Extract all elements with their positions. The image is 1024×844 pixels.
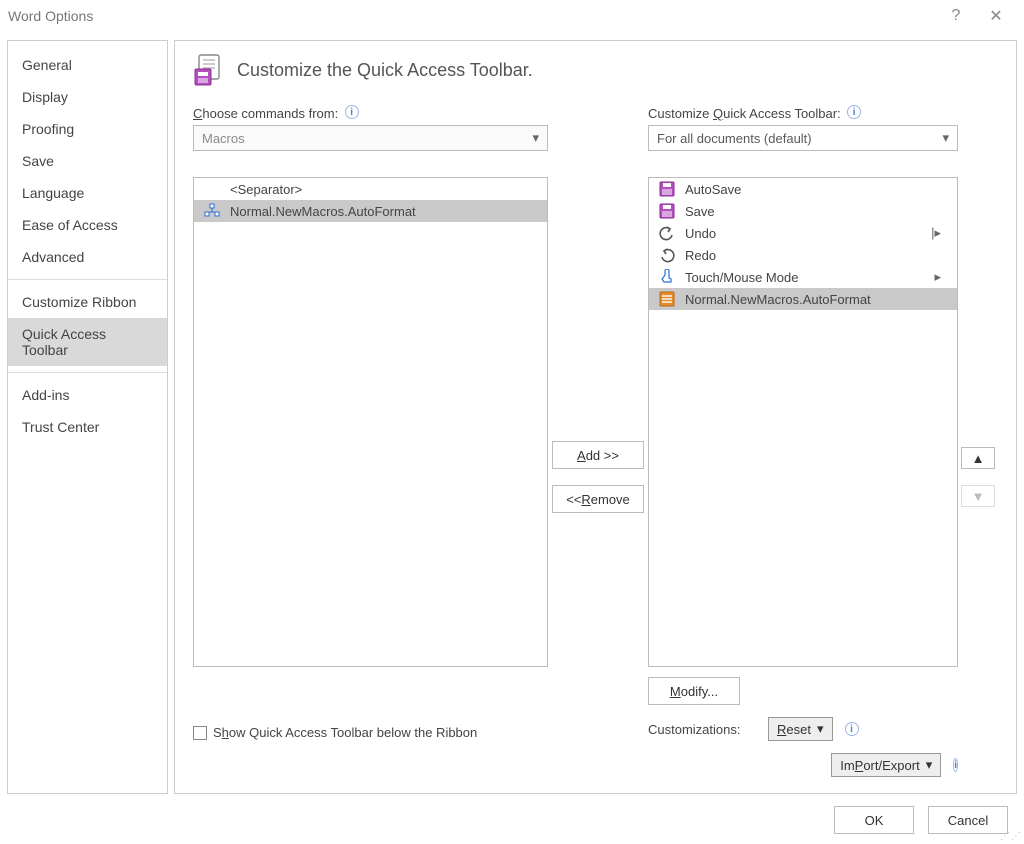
- qat-icon: [193, 53, 227, 87]
- customize-qat-label: Customize Quick Access Toolbar:: [648, 106, 841, 121]
- chevron-down-icon: ▾: [817, 721, 824, 737]
- modify-button[interactable]: Modify...: [648, 677, 740, 705]
- window-title: Word Options: [8, 8, 93, 24]
- choose-commands-combo[interactable]: Macros ▾: [193, 125, 548, 151]
- current-qat-list[interactable]: AutoSave Save Undo |▸: [648, 177, 958, 667]
- list-item-undo[interactable]: Undo |▸: [649, 222, 957, 244]
- sidebar-item-ease-of-access[interactable]: Ease of Access: [8, 209, 167, 241]
- close-button[interactable]: ✕: [976, 6, 1016, 26]
- chevron-down-icon: ▾: [942, 130, 949, 146]
- blank-icon: [204, 181, 220, 197]
- sidebar-item-proofing[interactable]: Proofing: [8, 113, 167, 145]
- checkbox-icon: [193, 726, 207, 740]
- main-panel: Customize the Quick Access Toolbar. Choo…: [174, 40, 1017, 794]
- touch-icon: [659, 269, 675, 285]
- list-item-touch-mouse-mode[interactable]: Touch/Mouse Mode ▸: [649, 266, 957, 288]
- dialog-footer: OK Cancel: [834, 806, 1008, 834]
- show-below-ribbon-checkbox[interactable]: Show Quick Access Toolbar below the Ribb…: [193, 725, 548, 740]
- list-item-macro[interactable]: Normal.NewMacros.AutoFormat: [649, 288, 957, 310]
- choose-commands-value: Macros: [202, 131, 245, 146]
- triangle-up-icon: ▲: [972, 451, 985, 466]
- reset-dropdown[interactable]: Reset ▾: [768, 717, 833, 741]
- redo-icon: [659, 247, 675, 263]
- info-icon[interactable]: i: [847, 105, 861, 119]
- ok-button[interactable]: OK: [834, 806, 914, 834]
- submenu-indicator-icon: ▸: [934, 269, 947, 285]
- remove-button[interactable]: << Remove: [552, 485, 644, 513]
- move-up-button[interactable]: ▲: [961, 447, 995, 469]
- save-icon: [659, 203, 675, 219]
- list-item-macro[interactable]: Normal.NewMacros.AutoFormat: [194, 200, 547, 222]
- import-export-dropdown[interactable]: ImPort/Export ▾: [831, 753, 941, 777]
- list-item-redo[interactable]: Redo: [649, 244, 957, 266]
- macro-icon: [659, 291, 675, 307]
- undo-icon: [659, 225, 675, 241]
- sidebar-item-language[interactable]: Language: [8, 177, 167, 209]
- sidebar-item-save[interactable]: Save: [8, 145, 167, 177]
- available-commands-list[interactable]: <Separator> Normal.NewMacros.AutoFormat: [193, 177, 548, 667]
- sidebar-item-display[interactable]: Display: [8, 81, 167, 113]
- sidebar-item-trust-center[interactable]: Trust Center: [8, 411, 167, 443]
- category-sidebar: General Display Proofing Save Language E…: [7, 40, 168, 794]
- split-indicator-icon: |▸: [931, 225, 947, 241]
- customize-qat-value: For all documents (default): [657, 131, 812, 146]
- move-down-button[interactable]: ▼: [961, 485, 995, 507]
- help-button[interactable]: ?: [936, 7, 976, 25]
- save-icon: [659, 181, 675, 197]
- customize-qat-combo[interactable]: For all documents (default) ▾: [648, 125, 958, 151]
- sidebar-item-general[interactable]: General: [8, 49, 167, 81]
- list-item-save[interactable]: Save: [649, 200, 957, 222]
- triangle-down-icon: ▼: [972, 489, 985, 504]
- sidebar-separator: [8, 279, 167, 280]
- choose-commands-label: Choose commands from:: [193, 106, 338, 121]
- cancel-button[interactable]: Cancel: [928, 806, 1008, 834]
- title-bar: Word Options ? ✕: [0, 0, 1024, 32]
- sidebar-item-quick-access-toolbar[interactable]: Quick Access Toolbar: [8, 318, 167, 366]
- chevron-down-icon: ▾: [926, 757, 933, 773]
- list-item-separator[interactable]: <Separator>: [194, 178, 547, 200]
- word-options-dialog: Word Options ? ✕ General Display Proofin…: [0, 0, 1024, 844]
- page-heading: Customize the Quick Access Toolbar.: [237, 60, 533, 81]
- macro-tree-icon: [204, 203, 220, 219]
- add-button[interactable]: Add >>: [552, 441, 644, 469]
- chevron-down-icon: ▾: [532, 130, 539, 146]
- sidebar-item-advanced[interactable]: Advanced: [8, 241, 167, 273]
- sidebar-item-add-ins[interactable]: Add-ins: [8, 379, 167, 411]
- info-icon[interactable]: i: [845, 722, 859, 736]
- sidebar-item-customize-ribbon[interactable]: Customize Ribbon: [8, 286, 167, 318]
- sidebar-separator: [8, 372, 167, 373]
- list-item-autosave[interactable]: AutoSave: [649, 178, 957, 200]
- info-icon[interactable]: i: [345, 105, 359, 119]
- customizations-label: Customizations:: [648, 722, 758, 737]
